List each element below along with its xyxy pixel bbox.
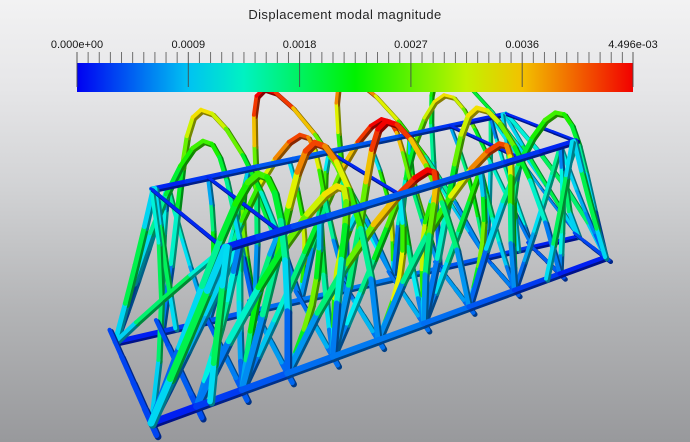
scalar-bar: 0.000e+00 0.0009 0.0018 0.0027 0.0036 4.496e-… (51, 39, 658, 92)
colorbar-tick-label: 0.0018 (283, 39, 317, 51)
colorbar-tick-label: 4.496e-03 (608, 39, 658, 51)
colorbar-tick-label: 0.0036 (505, 39, 539, 51)
render-view[interactable]: Displacement modal magnitude 0.000e+00 0.… (0, 0, 690, 442)
colorbar-tick-label: 0.000e+00 (51, 39, 103, 51)
scalar-bar-gradient (77, 63, 633, 92)
colorbar-tick-label: 0.0027 (394, 39, 428, 51)
colorbar-tick-label: 0.0009 (171, 39, 205, 51)
